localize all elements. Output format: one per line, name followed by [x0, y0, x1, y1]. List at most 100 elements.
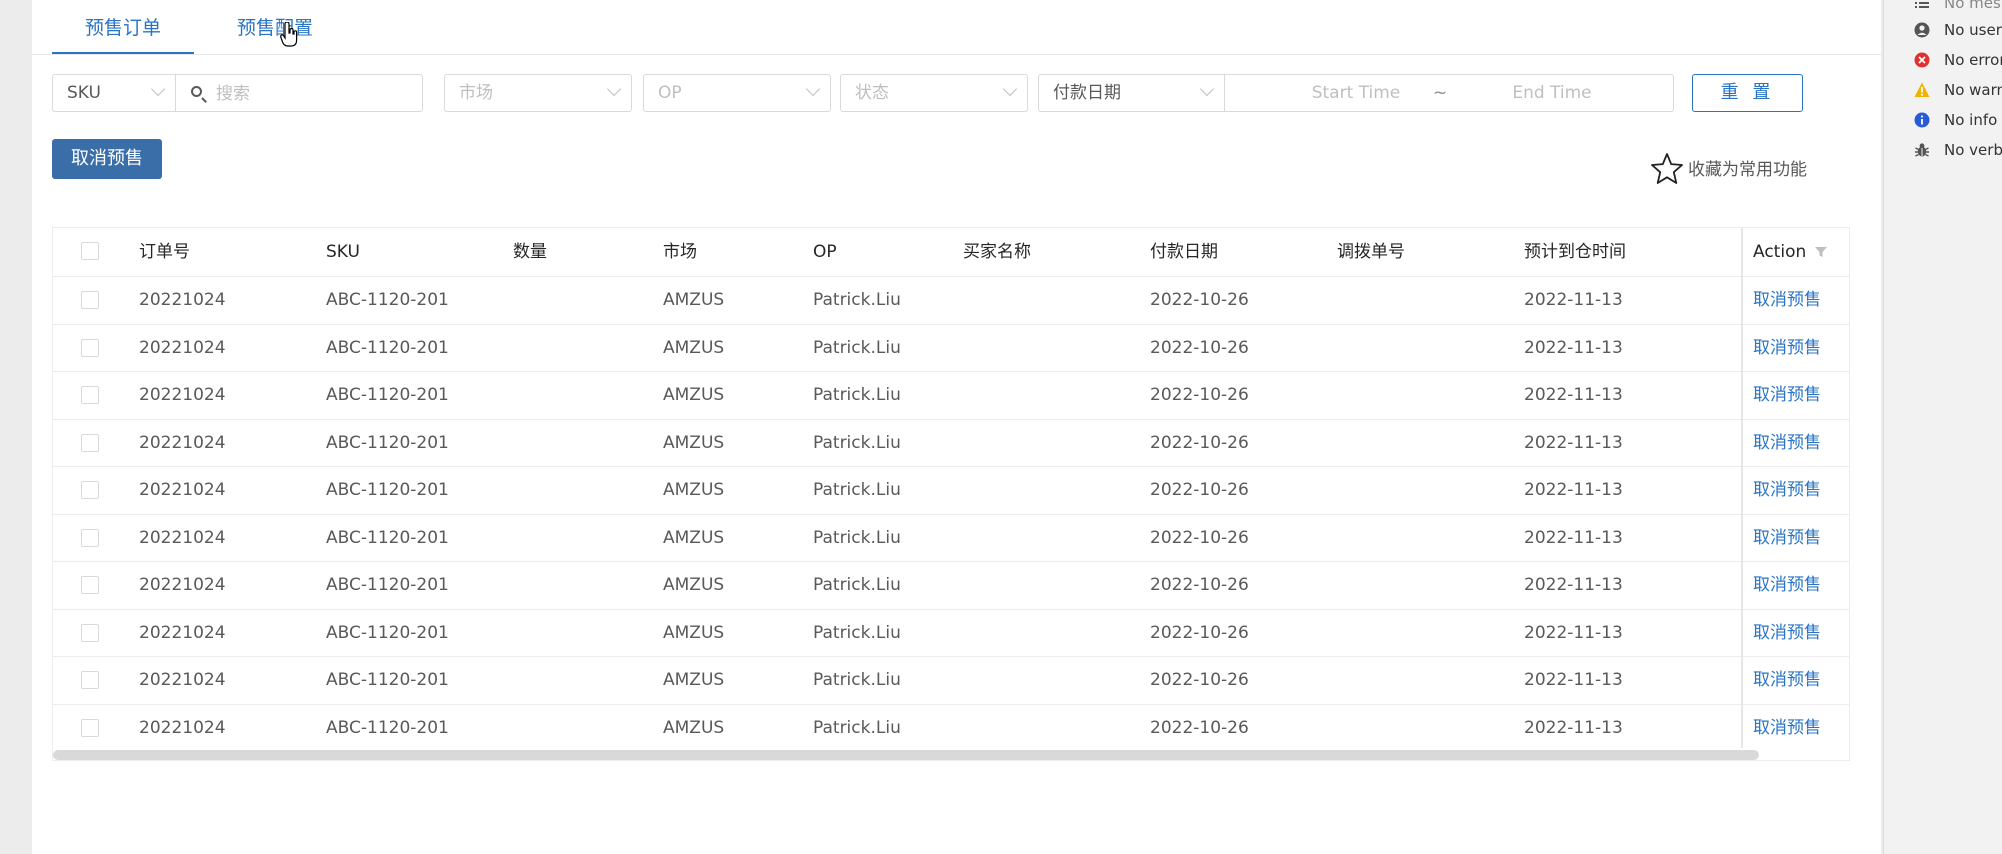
- date-type-select[interactable]: 付款日期: [1038, 74, 1225, 112]
- cell-market: AMZUS: [663, 337, 725, 358]
- table-row: 20221024 ABC-1120-201 AMZUS Patrick.Liu 2022…: [53, 418, 1849, 467]
- cell-market: AMZUS: [663, 575, 725, 595]
- main-content: 预售订单 预售配置 SKU 市场 OP 状态 付款日期: [32, 0, 1881, 854]
- end-time-input[interactable]: End Time: [1487, 75, 1617, 111]
- cancel-presale-link[interactable]: 取消预售: [1753, 562, 1821, 609]
- row-checkbox[interactable]: [81, 671, 99, 689]
- cancel-presale-link[interactable]: 取消预售: [1753, 515, 1821, 562]
- column-header-market: 市场: [663, 242, 697, 262]
- cell-order-no: 20221024: [139, 385, 226, 405]
- cell-market: AMZUS: [663, 480, 725, 500]
- cancel-presale-link[interactable]: 取消预售: [1753, 372, 1821, 419]
- cell-op: Patrick.Liu: [813, 622, 901, 643]
- cancel-presale-button[interactable]: 取消预售: [52, 139, 162, 179]
- market-select-placeholder: 市场: [459, 83, 493, 103]
- cell-sku: ABC-1120-201: [326, 290, 449, 310]
- start-time-input[interactable]: Start Time: [1291, 75, 1421, 111]
- row-checkbox[interactable]: [81, 291, 99, 309]
- error-icon: [1914, 52, 1930, 68]
- op-select[interactable]: OP: [643, 74, 831, 112]
- cell-sku: ABC-1120-201: [326, 385, 449, 405]
- cell-sku: ABC-1120-201: [326, 432, 449, 453]
- cell-market: AMZUS: [663, 622, 725, 643]
- cell-market: AMZUS: [663, 385, 725, 405]
- table-row: 20221024 ABC-1120-201 AMZUS Patrick.Liu 2022…: [53, 608, 1849, 657]
- cancel-presale-link[interactable]: 取消预售: [1753, 325, 1821, 372]
- cell-op: Patrick.Liu: [813, 527, 901, 548]
- cell-payment-date: 2022-10-26: [1150, 385, 1249, 405]
- table-row: 20221024 ABC-1120-201 AMZUS Patrick.Liu 2022…: [53, 561, 1849, 609]
- tab-presale-config[interactable]: 预售配置: [220, 10, 330, 52]
- reset-button[interactable]: 重 置: [1692, 74, 1803, 112]
- tab-presale-orders[interactable]: 预售订单: [52, 10, 194, 54]
- select-all-checkbox[interactable]: [81, 242, 99, 260]
- hand-cursor-icon: [280, 22, 298, 47]
- column-header-sku: SKU: [326, 242, 360, 262]
- cell-eta: 2022-11-13: [1524, 337, 1623, 358]
- cell-op: Patrick.Liu: [813, 385, 901, 405]
- cell-eta: 2022-11-13: [1524, 385, 1623, 405]
- chevron-down-icon: [606, 81, 622, 97]
- table-header: 订单号 SKU 数量 市场 OP 买家名称 付款日期 调拨单号 预计到仓时间 A…: [53, 228, 1849, 276]
- cell-order-no: 20221024: [139, 480, 226, 500]
- row-checkbox[interactable]: [81, 338, 99, 357]
- cancel-presale-link[interactable]: 取消预售: [1753, 420, 1821, 467]
- cancel-presale-link[interactable]: 取消预售: [1753, 467, 1821, 514]
- list-icon: [1915, 2, 1929, 8]
- row-checkbox[interactable]: [81, 576, 99, 594]
- cell-payment-date: 2022-10-26: [1150, 622, 1249, 643]
- favorite-label: 收藏为常用功能: [1688, 160, 1807, 180]
- cell-sku: ABC-1120-201: [326, 337, 449, 358]
- column-header-op: OP: [813, 242, 837, 262]
- column-header-quantity: 数量: [513, 242, 547, 262]
- orders-table: 订单号 SKU 数量 市场 OP 买家名称 付款日期 调拨单号 预计到仓时间 A…: [52, 227, 1850, 761]
- cell-op: Patrick.Liu: [813, 670, 901, 690]
- cancel-presale-link[interactable]: 取消预售: [1753, 277, 1821, 324]
- cell-sku: ABC-1120-201: [326, 670, 449, 690]
- cell-payment-date: 2022-10-26: [1150, 717, 1249, 738]
- cell-order-no: 20221024: [139, 622, 226, 643]
- date-range-picker[interactable]: Start Time ~ End Time: [1224, 74, 1674, 112]
- cell-sku: ABC-1120-201: [326, 527, 449, 548]
- page: 预售订单 预售配置 SKU 市场 OP 状态 付款日期: [0, 0, 2002, 854]
- table-row: 20221024 ABC-1120-201 AMZUS Patrick.Liu 2022…: [53, 276, 1849, 324]
- row-checkbox[interactable]: [81, 528, 99, 547]
- cell-op: Patrick.Liu: [813, 337, 901, 358]
- tab-bar: 预售订单 预售配置: [32, 0, 1881, 55]
- cell-market: AMZUS: [663, 717, 725, 738]
- cancel-presale-link[interactable]: 取消预售: [1753, 657, 1821, 704]
- cell-eta: 2022-11-13: [1524, 670, 1623, 690]
- cell-eta: 2022-11-13: [1524, 527, 1623, 548]
- cell-payment-date: 2022-10-26: [1150, 290, 1249, 310]
- market-select[interactable]: 市场: [444, 74, 632, 112]
- horizontal-scrollbar[interactable]: [53, 750, 1759, 760]
- left-gutter: [0, 0, 32, 854]
- cell-order-no: 20221024: [139, 290, 226, 310]
- row-checkbox[interactable]: [81, 433, 99, 452]
- cell-market: AMZUS: [663, 290, 725, 310]
- cell-eta: 2022-11-13: [1524, 622, 1623, 643]
- chevron-down-icon: [1002, 81, 1018, 97]
- cell-sku: ABC-1120-201: [326, 575, 449, 595]
- range-separator: ~: [1433, 83, 1448, 103]
- sku-field-select[interactable]: SKU: [52, 74, 176, 112]
- row-checkbox[interactable]: [81, 481, 99, 499]
- row-checkbox[interactable]: [81, 623, 99, 642]
- status-select[interactable]: 状态: [840, 74, 1028, 112]
- row-checkbox[interactable]: [81, 386, 99, 404]
- search-input[interactable]: [214, 76, 408, 112]
- cancel-presale-link[interactable]: 取消预售: [1753, 705, 1821, 752]
- cell-sku: ABC-1120-201: [326, 717, 449, 738]
- log-level-panel: No mes No user No error No warn No info …: [1883, 0, 2002, 854]
- column-header-buyer-name: 买家名称: [963, 242, 1031, 262]
- filter-icon[interactable]: [1815, 246, 1827, 258]
- cell-eta: 2022-11-13: [1524, 290, 1623, 310]
- chevron-down-icon: [150, 81, 166, 97]
- row-checkbox[interactable]: [81, 718, 99, 737]
- cell-payment-date: 2022-10-26: [1150, 670, 1249, 690]
- cancel-presale-link[interactable]: 取消预售: [1753, 610, 1821, 657]
- search-field[interactable]: [175, 74, 423, 112]
- info-icon: [1914, 112, 1930, 128]
- cell-market: AMZUS: [663, 432, 725, 453]
- column-header-payment-date: 付款日期: [1150, 242, 1218, 262]
